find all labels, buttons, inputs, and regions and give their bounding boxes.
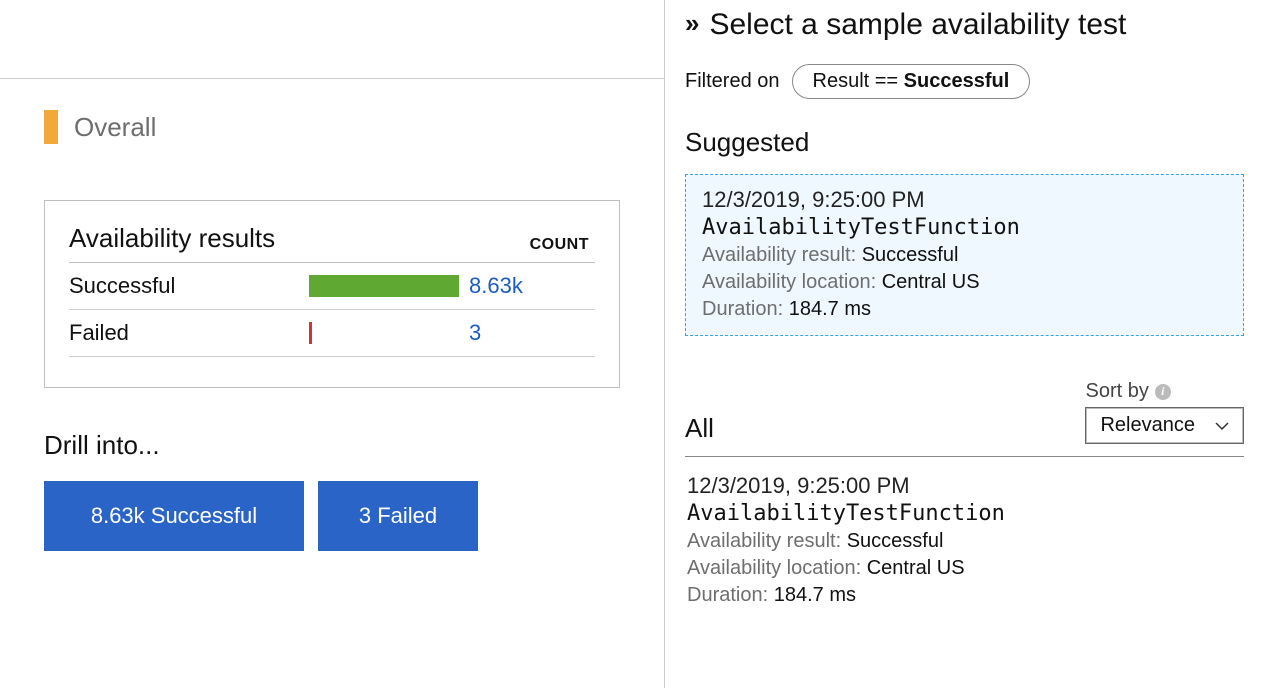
all-heading: All [685,413,714,444]
sort-by-label-row: Sort by i [1085,380,1244,403]
sort-by-label: Sort by [1085,380,1148,403]
location-key: Availability location: [702,271,876,293]
result-value: Successful [862,244,959,266]
overall-marker-icon [44,110,58,144]
result-value: Successful [847,530,944,552]
filter-pill[interactable]: Result == Successful [792,64,1031,99]
bar-icon [309,275,459,297]
chevron-down-icon [1215,418,1229,434]
availability-results-box: Availability results COUNT Successful 8.… [44,200,620,388]
sample-timestamp: 12/3/2019, 9:25:00 PM [702,187,1227,213]
suggested-heading: Suggested [685,127,1244,158]
info-icon[interactable]: i [1155,384,1171,400]
sort-block: Sort by i Relevance [1085,380,1244,444]
result-bar-cell [309,275,469,297]
sort-value: Relevance [1100,414,1195,437]
location-value: Central US [867,557,965,579]
result-key: Availability result: [687,530,841,552]
right-pane: » Select a sample availability test Filt… [665,0,1280,688]
result-bar-cell [309,322,469,344]
top-divider [0,78,664,79]
drill-failed-button[interactable]: 3 Failed [318,481,478,551]
overall-label: Overall [74,112,156,143]
result-label: Successful [69,273,309,299]
results-title: Availability results [69,223,275,254]
left-pane: Overall Availability results COUNT Succe… [0,0,665,688]
duration-value: 184.7 ms [789,298,871,320]
all-sample-item[interactable]: 12/3/2019, 9:25:00 PM AvailabilityTestFu… [685,457,1244,607]
sample-timestamp: 12/3/2019, 9:25:00 PM [687,473,1242,499]
drill-successful-button[interactable]: 8.63k Successful [44,481,304,551]
filter-value: Successful [904,70,1010,92]
suggested-sample-card[interactable]: 12/3/2019, 9:25:00 PM AvailabilityTestFu… [685,174,1244,336]
filter-key: Result == [813,70,904,92]
all-header-row: All Sort by i Relevance [685,380,1244,444]
drill-buttons-row: 8.63k Successful 3 Failed [44,481,620,551]
result-key: Availability result: [702,244,856,266]
location-value: Central US [882,271,980,293]
app-layout: Overall Availability results COUNT Succe… [0,0,1280,688]
expand-icon[interactable]: » [685,8,699,36]
result-row-successful[interactable]: Successful 8.63k [69,263,595,310]
duration-key: Duration: [687,584,768,606]
result-count: 3 [469,320,569,346]
result-row-failed[interactable]: Failed 3 [69,310,595,357]
right-header: » Select a sample availability test [685,0,1244,42]
result-label: Failed [69,320,309,346]
left-content: Overall Availability results COUNT Succe… [0,0,664,551]
filtered-on-label: Filtered on [685,70,780,93]
bar-icon [309,322,312,344]
result-count: 8.63k [469,273,569,299]
duration-value: 184.7 ms [774,584,856,606]
overall-header: Overall [44,110,620,144]
duration-key: Duration: [702,298,783,320]
drill-into-label: Drill into... [44,430,620,461]
filter-row: Filtered on Result == Successful [685,64,1244,99]
right-pane-title: Select a sample availability test [709,8,1126,42]
sample-name: AvailabilityTestFunction [702,215,1227,240]
sort-dropdown[interactable]: Relevance [1085,407,1244,444]
sample-name: AvailabilityTestFunction [687,501,1242,526]
results-header-row: Availability results COUNT [69,217,595,263]
location-key: Availability location: [687,557,861,579]
count-column-header: COUNT [530,236,595,254]
